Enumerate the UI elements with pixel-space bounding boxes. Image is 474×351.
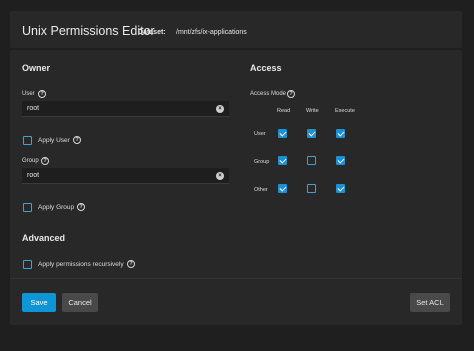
recursive-checkbox[interactable] <box>23 260 32 269</box>
other-execute-checkbox[interactable] <box>336 184 345 193</box>
other-write-checkbox[interactable] <box>307 184 316 193</box>
set-acl-button[interactable]: Set ACL <box>410 293 450 312</box>
user-help-icon[interactable]: ? <box>38 90 46 98</box>
access-section-title: Access <box>250 63 282 73</box>
recursive-label: Apply permissions recursively <box>38 261 124 268</box>
editor-card: Owner User ? root × Apply User ? Group ?… <box>10 50 462 325</box>
apply-group-label: Apply Group <box>38 204 75 211</box>
dataset-label: Dataset: <box>138 29 166 36</box>
cancel-button[interactable]: Cancel <box>62 293 98 312</box>
user-field-label: User <box>22 91 35 97</box>
apply-user-help-icon[interactable]: ? <box>73 136 81 144</box>
user-clear-icon[interactable]: × <box>216 105 224 113</box>
group-input-value: root <box>27 172 40 179</box>
permissions-page: Unix Permissions Editor Dataset: /mnt/zf… <box>0 0 474 351</box>
user-input-value: root <box>27 105 40 112</box>
other-read-checkbox[interactable] <box>278 184 287 193</box>
group-read-checkbox[interactable] <box>278 156 287 165</box>
group-help-icon[interactable]: ? <box>41 157 49 165</box>
user-read-checkbox[interactable] <box>278 129 287 138</box>
col-read: Read <box>277 108 291 114</box>
apply-user-checkbox[interactable] <box>23 136 32 145</box>
owner-section-title: Owner <box>22 63 51 73</box>
footer-divider <box>10 278 462 279</box>
group-execute-checkbox[interactable] <box>336 156 345 165</box>
advanced-section-title: Advanced <box>22 233 66 243</box>
user-input[interactable]: root × <box>22 101 229 117</box>
group-field-label: Group <box>22 158 39 164</box>
user-write-checkbox[interactable] <box>307 129 316 138</box>
row-other: Other <box>254 187 268 193</box>
col-write: Write <box>306 108 319 114</box>
user-execute-checkbox[interactable] <box>336 129 345 138</box>
dataset-path: /mnt/zfs/ix-applications <box>176 29 247 36</box>
page-header: Unix Permissions Editor Dataset: /mnt/zf… <box>10 11 462 48</box>
group-write-checkbox[interactable] <box>307 156 316 165</box>
access-mode-help-icon[interactable]: ? <box>287 90 295 98</box>
group-input[interactable]: root × <box>22 168 229 184</box>
row-group: Group <box>254 159 270 165</box>
apply-user-label: Apply User <box>38 137 70 144</box>
recursive-help-icon[interactable]: ? <box>127 260 135 268</box>
apply-group-help-icon[interactable]: ? <box>77 203 85 211</box>
apply-group-checkbox[interactable] <box>23 203 32 212</box>
row-user: User <box>254 131 266 137</box>
access-mode-label: Access Mode <box>250 91 287 97</box>
page-title: Unix Permissions Editor <box>22 24 155 38</box>
save-button[interactable]: Save <box>22 293 56 312</box>
col-execute: Execute <box>335 108 355 114</box>
group-clear-icon[interactable]: × <box>216 172 224 180</box>
